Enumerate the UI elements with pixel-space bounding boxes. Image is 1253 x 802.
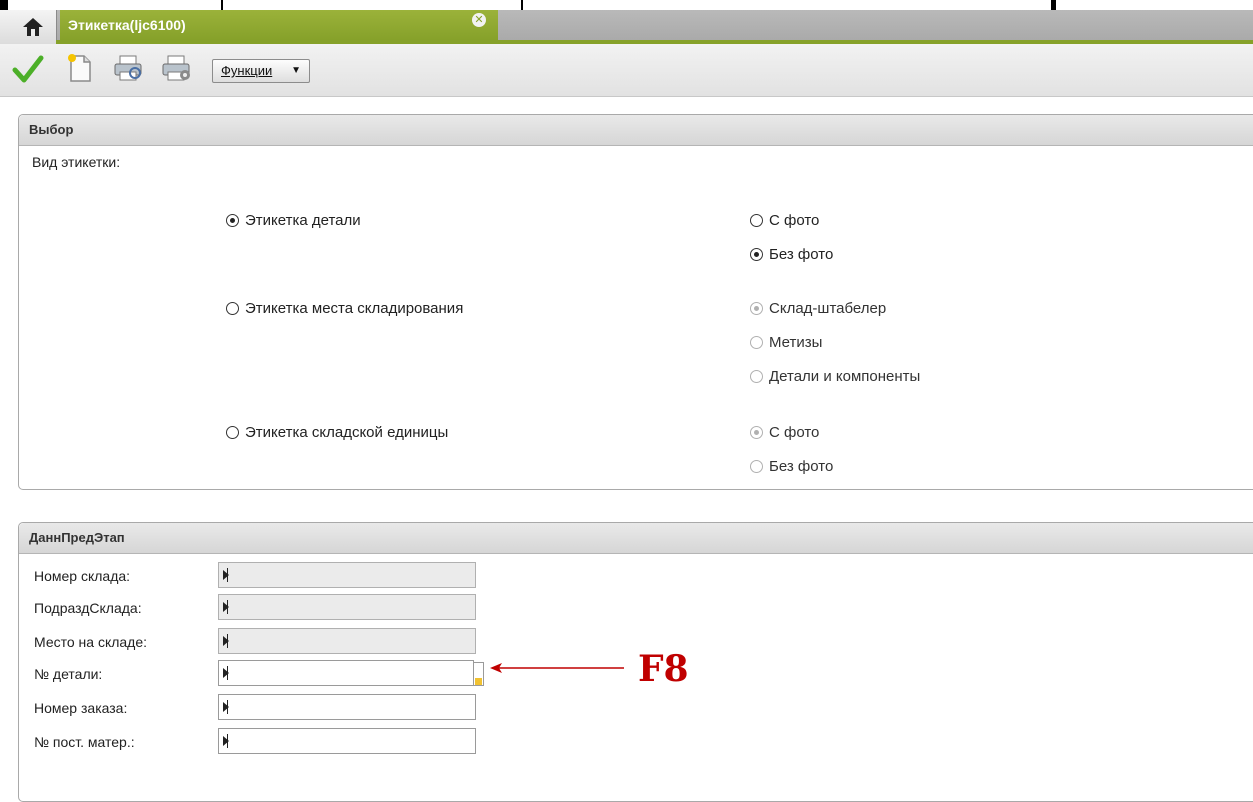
field-marker-icon <box>223 666 229 680</box>
radio-part-without-photo-text: Без фото <box>769 246 834 263</box>
annotation-arrow-icon <box>490 663 624 673</box>
print-preview-icon[interactable] <box>112 53 146 83</box>
label-type-label: Вид этикетки: <box>32 154 121 170</box>
radio-selected-icon <box>226 214 239 227</box>
radio-storage-unit-label[interactable]: Этикетка складской единицы <box>226 424 448 441</box>
radio-storage-place-label[interactable]: Этикетка места складирования <box>226 300 463 317</box>
new-document-icon[interactable] <box>66 52 94 84</box>
radio-disabled-icon <box>750 336 763 349</box>
part-number-input[interactable] <box>218 660 474 686</box>
home-button[interactable] <box>0 10 57 44</box>
radio-disabled-icon <box>750 460 763 473</box>
radio-unit-without-photo-text: Без фото <box>769 458 834 475</box>
part-number-lookup-button[interactable] <box>474 662 484 686</box>
radio-part-with-photo-text: С фото <box>769 212 820 229</box>
lookup-indicator-icon <box>475 678 482 685</box>
annotation-f8-text: F8 <box>638 648 689 690</box>
tab-title: Этикетка(ljc6100) <box>68 17 186 33</box>
top-strip-divider <box>521 0 523 10</box>
radio-disabled-selected-icon <box>750 426 763 439</box>
field-marker-icon <box>223 634 229 648</box>
field-marker-icon <box>223 568 229 582</box>
radio-disabled-selected-icon <box>750 302 763 315</box>
part-number-label: № детали: <box>34 666 103 682</box>
toolbar: Функции ▼ <box>0 44 1253 97</box>
warehouse-place-field <box>218 628 476 654</box>
prev-stage-group: ДаннПредЭтап <box>18 522 1253 802</box>
order-number-label: Номер заказа: <box>34 700 128 716</box>
tab-label-print[interactable]: Этикетка(ljc6100) ✕ <box>60 10 498 40</box>
radio-stacker-text: Склад-штабелер <box>769 300 887 317</box>
field-marker-icon <box>223 700 229 714</box>
radio-part-without-photo[interactable]: Без фото <box>750 246 833 263</box>
warehouse-number-field <box>218 562 476 588</box>
window-top-strip <box>0 0 1253 10</box>
top-strip-divider <box>1051 0 1056 10</box>
radio-stacker: Склад-штабелер <box>750 300 886 317</box>
selection-group-heading: Выбор <box>19 115 1253 146</box>
home-icon <box>23 18 43 36</box>
order-number-input[interactable] <box>218 694 476 720</box>
radio-unselected-icon <box>226 302 239 315</box>
radio-unselected-icon <box>226 426 239 439</box>
radio-disabled-icon <box>750 370 763 383</box>
top-strip-divider <box>221 0 223 10</box>
radio-unit-without-photo: Без фото <box>750 458 833 475</box>
warehouse-subdivision-label: ПодраздСклада: <box>34 600 142 616</box>
radio-unit-with-photo: С фото <box>750 424 819 441</box>
warehouse-place-label: Место на складе: <box>34 634 148 650</box>
warehouse-subdivision-field <box>218 594 476 620</box>
radio-unit-with-photo-text: С фото <box>769 424 820 441</box>
checkmark-icon[interactable] <box>12 54 44 84</box>
top-strip-edge <box>0 0 8 10</box>
print-settings-icon[interactable] <box>160 53 194 83</box>
radio-part-label-text: Этикетка детали <box>245 212 361 229</box>
prev-stage-group-heading: ДаннПредЭтап <box>19 523 1253 554</box>
radio-hardware-text: Метизы <box>769 334 823 351</box>
radio-parts-components: Детали и компоненты <box>750 368 920 385</box>
tab-bar: Этикетка(ljc6100) ✕ <box>0 10 1253 44</box>
radio-unselected-icon <box>750 214 763 227</box>
radio-parts-components-text: Детали и компоненты <box>769 368 921 385</box>
functions-menu-button[interactable]: Функции ▼ <box>212 59 310 83</box>
radio-storage-place-label-text: Этикетка места складирования <box>245 300 464 317</box>
radio-part-with-photo[interactable]: С фото <box>750 212 819 229</box>
close-tab-icon[interactable]: ✕ <box>472 13 486 27</box>
radio-part-label[interactable]: Этикетка детали <box>226 212 361 229</box>
selection-group: Выбор <box>18 114 1253 490</box>
radio-storage-unit-label-text: Этикетка складской единицы <box>245 424 449 441</box>
radio-selected-icon <box>750 248 763 261</box>
functions-menu-label: Функции <box>221 63 273 78</box>
field-marker-icon <box>223 600 229 614</box>
supplier-material-number-label: № пост. матер.: <box>34 734 135 750</box>
field-marker-icon <box>223 734 229 748</box>
warehouse-number-label: Номер склада: <box>34 568 131 584</box>
radio-hardware: Метизы <box>750 334 822 351</box>
caret-down-icon: ▼ <box>291 65 301 76</box>
supplier-material-number-input[interactable] <box>218 728 476 754</box>
